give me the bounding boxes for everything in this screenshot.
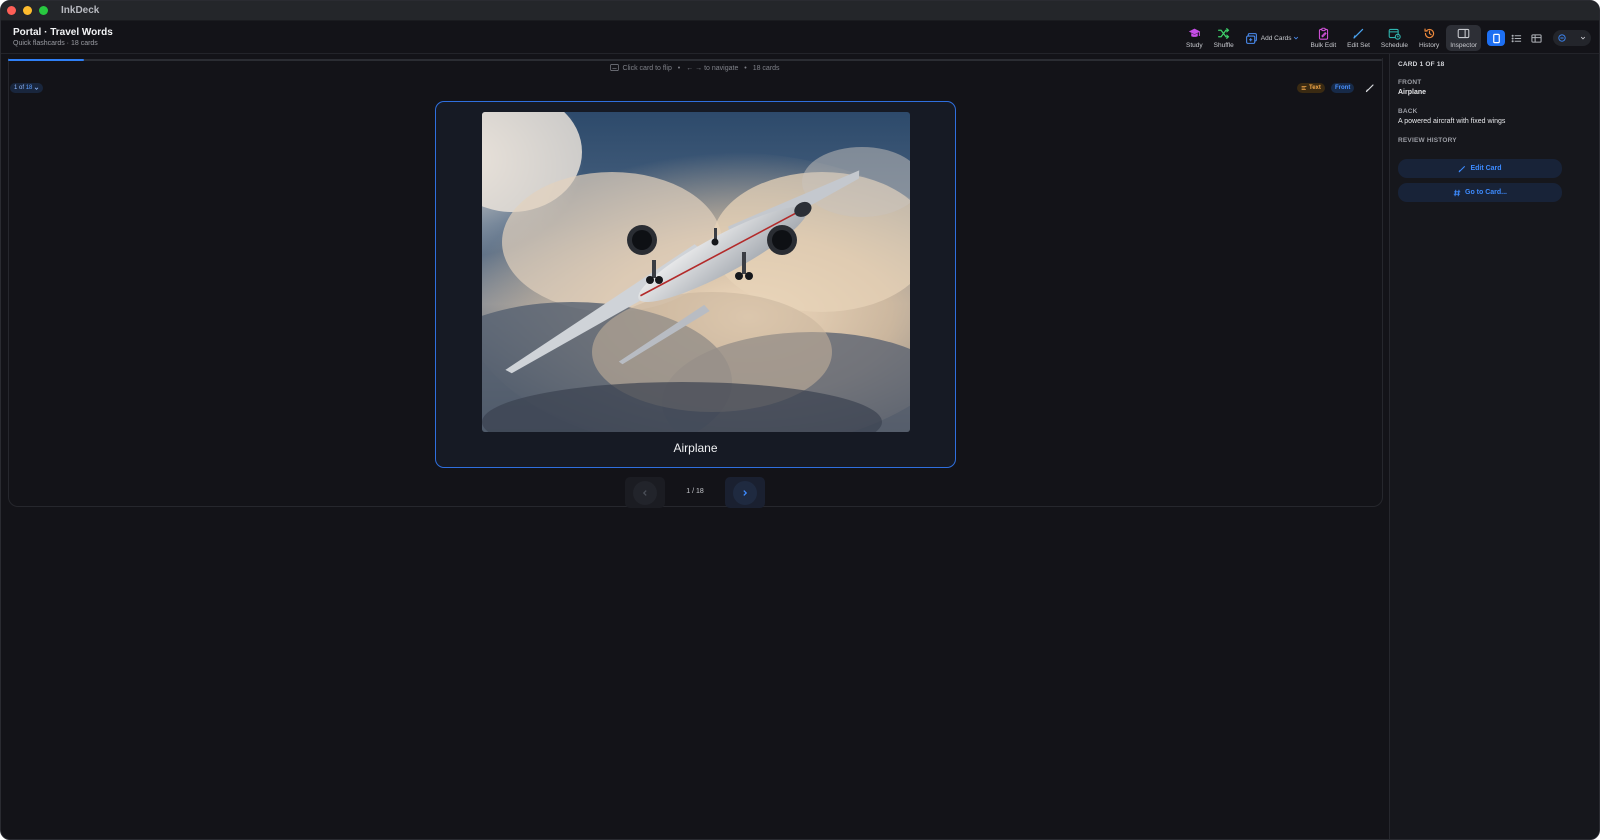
page-indicator: 1 / 18 — [686, 488, 704, 495]
airplane-photo — [482, 112, 910, 432]
shuffle-button[interactable]: Shuffle — [1210, 25, 1238, 51]
history-button[interactable]: History — [1415, 25, 1443, 51]
add-cards-button[interactable]: Add Cards — [1241, 25, 1304, 51]
history-label: History — [1419, 42, 1440, 49]
deck-progress-bar — [8, 59, 1382, 61]
title-bar: InkDeck — [1, 1, 1599, 21]
pencil-icon — [1459, 165, 1466, 172]
clipboard-edit-icon — [1318, 27, 1328, 40]
go-to-card-label: Go to Card... — [1465, 189, 1507, 196]
front-label: FRONT — [1398, 79, 1422, 86]
bulk-edit-label: Bulk Edit — [1310, 42, 1337, 49]
shuffle-label: Shuffle — [1213, 42, 1234, 49]
schedule-button[interactable]: Schedule — [1377, 25, 1412, 51]
flashcard[interactable]: Airplane — [435, 101, 956, 468]
chevron-left-icon — [642, 489, 647, 496]
keyboard-icon — [610, 64, 620, 71]
review-history-label: REVIEW HISTORY — [1398, 137, 1457, 144]
inspector-button[interactable]: Inspector — [1446, 25, 1481, 51]
inspector-label: Inspector — [1450, 42, 1477, 49]
chevron-down-icon — [35, 86, 39, 90]
text-lines-icon — [1301, 86, 1307, 90]
study-label: Study — [1186, 42, 1203, 49]
back-value: A powered aircraft with fixed wings — [1398, 118, 1506, 125]
hash-icon — [1453, 189, 1461, 196]
airplane-image — [482, 112, 910, 432]
previous-card-button[interactable] — [625, 477, 665, 508]
card-front-text: Airplane — [673, 441, 718, 455]
front-value: Airplane — [1398, 89, 1427, 96]
chevron-right-icon — [743, 489, 748, 496]
edit-card-button[interactable]: Edit Card — [1398, 159, 1562, 178]
go-to-card-button[interactable]: Go to Card... — [1398, 183, 1562, 202]
content-type-label: Text — [1309, 85, 1321, 91]
card-jump-dropdown[interactable]: 1 of 18 — [10, 83, 44, 93]
hint-navigate: ← → to navigate — [686, 65, 739, 72]
back-label: BACK — [1398, 108, 1418, 115]
hint-count: 18 cards — [752, 65, 780, 72]
graduation-cap-icon — [1188, 28, 1201, 37]
edit-set-label: Edit Set — [1347, 42, 1370, 49]
card-side-badge[interactable]: Front — [1331, 83, 1355, 93]
table-icon — [1530, 33, 1542, 43]
account-icon — [1558, 34, 1566, 42]
card-side-label: Front — [1335, 85, 1351, 91]
window-controls — [7, 6, 48, 15]
hint-flip: Click card to flip — [622, 65, 672, 72]
table-view-button[interactable] — [1527, 30, 1545, 46]
single-card-view-button[interactable] — [1487, 30, 1505, 46]
add-cards-label: Add Cards — [1260, 34, 1292, 42]
deck-subtitle: Quick flashcards · 18 cards — [13, 40, 98, 47]
chevron-down-icon — [1580, 36, 1586, 40]
edit-set-button[interactable]: Edit Set — [1343, 25, 1374, 51]
add-cards-icon — [1245, 32, 1257, 44]
deck-progress-fill — [8, 59, 85, 61]
deck-title: Portal · Travel Words — [13, 27, 113, 38]
inspector-heading: CARD 1 OF 18 — [1398, 61, 1445, 68]
pencil-icon — [1353, 28, 1364, 39]
card-view-icon — [1492, 33, 1500, 43]
sidebar-right-icon — [1457, 28, 1470, 39]
schedule-label: Schedule — [1380, 42, 1409, 49]
edit-pencil-icon[interactable] — [1365, 83, 1375, 93]
previous-button-circle — [633, 480, 657, 505]
content-type-badge[interactable]: Text — [1297, 83, 1325, 93]
next-card-button[interactable] — [725, 477, 765, 508]
list-icon — [1511, 34, 1521, 42]
app-title: InkDeck — [61, 5, 100, 16]
chevron-down-icon — [1294, 36, 1299, 40]
card-counter-total: 18 — [25, 85, 33, 91]
close-window-button[interactable] — [7, 6, 16, 15]
bulk-edit-button[interactable]: Bulk Edit — [1306, 25, 1340, 51]
calendar-clock-icon — [1388, 28, 1401, 40]
minimize-window-button[interactable] — [23, 6, 32, 15]
list-view-button[interactable] — [1507, 30, 1525, 46]
usage-hint: Click card to flip • ← → to navigate • 1… — [1, 64, 1389, 72]
next-button-circle — [733, 480, 757, 505]
history-icon — [1424, 28, 1434, 39]
edit-card-label: Edit Card — [1470, 165, 1502, 172]
study-button[interactable]: Study — [1182, 25, 1207, 51]
app-window: InkDeck Portal · Travel Words Quick flas… — [0, 0, 1600, 840]
zoom-window-button[interactable] — [39, 6, 48, 15]
account-menu[interactable] — [1553, 30, 1591, 46]
toolbar-actions: Study Shuffle Add Cards Bulk Edit Edit S… — [1179, 24, 1591, 52]
toolbar: Portal · Travel Words Quick flashcards ·… — [1, 21, 1599, 54]
shuffle-icon — [1218, 28, 1230, 39]
card-counter-current: 1 of — [14, 85, 25, 91]
inspector-panel: CARD 1 OF 18 FRONT Airplane BACK A power… — [1389, 54, 1599, 839]
